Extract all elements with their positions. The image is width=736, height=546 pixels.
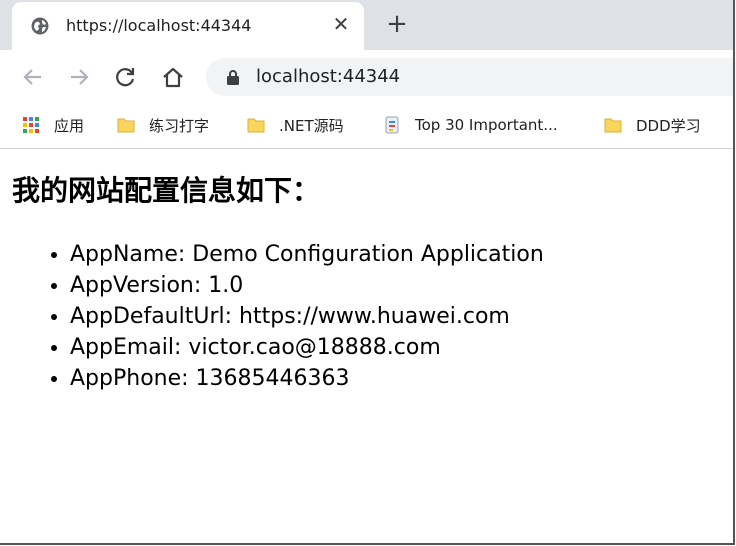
- bookmark-label: DDD学习: [636, 116, 701, 135]
- page-heading: 我的网站配置信息如下：: [12, 174, 321, 207]
- apps-grid-icon: [22, 116, 40, 134]
- bookmark-top-30[interactable]: Top 30 Important...: [383, 113, 558, 137]
- browser-tab[interactable]: https://localhost:44344 ✕: [12, 2, 364, 50]
- tab-title: https://localhost:44344: [66, 16, 252, 35]
- bookmarks-bar: 应用 练习打字 .NET源码 Top 30 Important... DDD学习: [0, 104, 733, 149]
- address-bar[interactable]: localhost:44344: [206, 58, 733, 96]
- bookmark-apps[interactable]: 应用: [22, 113, 84, 137]
- forward-arrow-icon[interactable]: [64, 62, 94, 92]
- tab-strip: https://localhost:44344 ✕ +: [0, 0, 733, 50]
- reload-icon[interactable]: [110, 62, 140, 92]
- url-text: localhost:44344: [256, 66, 401, 87]
- bookmark-label: .NET源码: [279, 116, 344, 135]
- bookmark-dotnet-source[interactable]: .NET源码: [247, 113, 344, 137]
- page-icon: [383, 116, 401, 134]
- bookmark-label: 练习打字: [149, 116, 210, 135]
- config-item-app-default-url: AppDefaultUrl: https://www.huawei.com: [70, 301, 544, 332]
- folder-icon: [247, 116, 265, 134]
- globe-icon: [31, 17, 49, 35]
- browser-window: https://localhost:44344 ✕ + localhost:44…: [0, 0, 735, 545]
- bookmark-typing-practice[interactable]: 练习打字: [117, 113, 209, 137]
- config-item-app-version: AppVersion: 1.0: [70, 270, 544, 301]
- lock-icon[interactable]: [226, 69, 240, 85]
- bookmark-label: Top 30 Important...: [415, 116, 558, 134]
- config-list: AppName: Demo Configuration Application …: [36, 239, 544, 394]
- toolbar: localhost:44344: [0, 50, 733, 104]
- bookmark-ddd-study[interactable]: DDD学习: [604, 113, 701, 137]
- close-icon[interactable]: ✕: [330, 13, 352, 35]
- home-icon[interactable]: [158, 62, 188, 92]
- config-item-app-email: AppEmail: victor.cao@18888.com: [70, 332, 544, 363]
- back-arrow-icon[interactable]: [18, 62, 48, 92]
- page-content: 我的网站配置信息如下： AppName: Demo Configuration …: [0, 149, 733, 543]
- config-item-app-name: AppName: Demo Configuration Application: [70, 239, 544, 270]
- new-tab-button[interactable]: +: [384, 11, 410, 37]
- bookmark-label: 应用: [54, 116, 85, 135]
- folder-icon: [604, 116, 622, 134]
- config-item-app-phone: AppPhone: 13685446363: [70, 363, 544, 394]
- folder-icon: [117, 116, 135, 134]
